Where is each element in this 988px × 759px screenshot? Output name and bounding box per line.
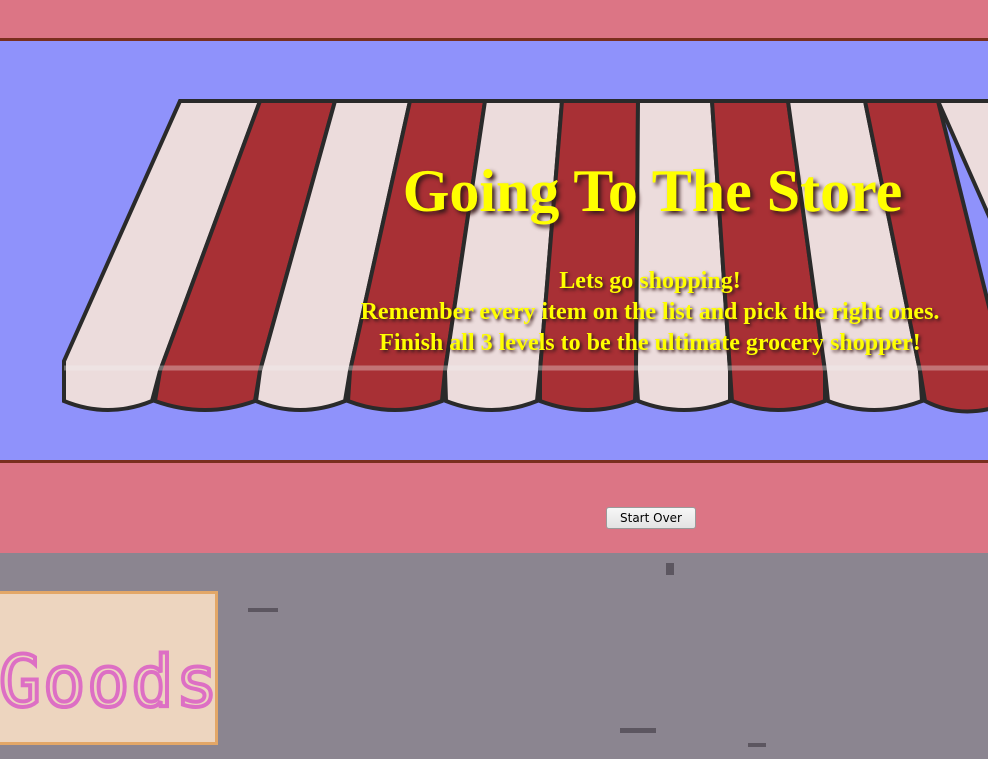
top-band [0, 0, 988, 41]
floor-crack [748, 743, 766, 747]
control-band [0, 460, 988, 556]
intro-message-2: Remember every item on the list and pick… [360, 299, 940, 325]
game-title: Going To The Store [402, 158, 903, 224]
sky-background [0, 41, 988, 460]
intro-message-3: Finish all 3 levels to be the ultimate g… [379, 330, 921, 356]
floor-crack [666, 563, 674, 575]
store-awning [62, 99, 988, 414]
floor-crack [620, 728, 656, 733]
start-over-button[interactable]: Start Over [606, 507, 696, 529]
floor-crack [248, 608, 278, 612]
intro-message-1: Lets go shopping! [559, 268, 741, 294]
goods-sign: Goods [0, 591, 218, 745]
goods-sign-text: Goods [0, 640, 218, 724]
